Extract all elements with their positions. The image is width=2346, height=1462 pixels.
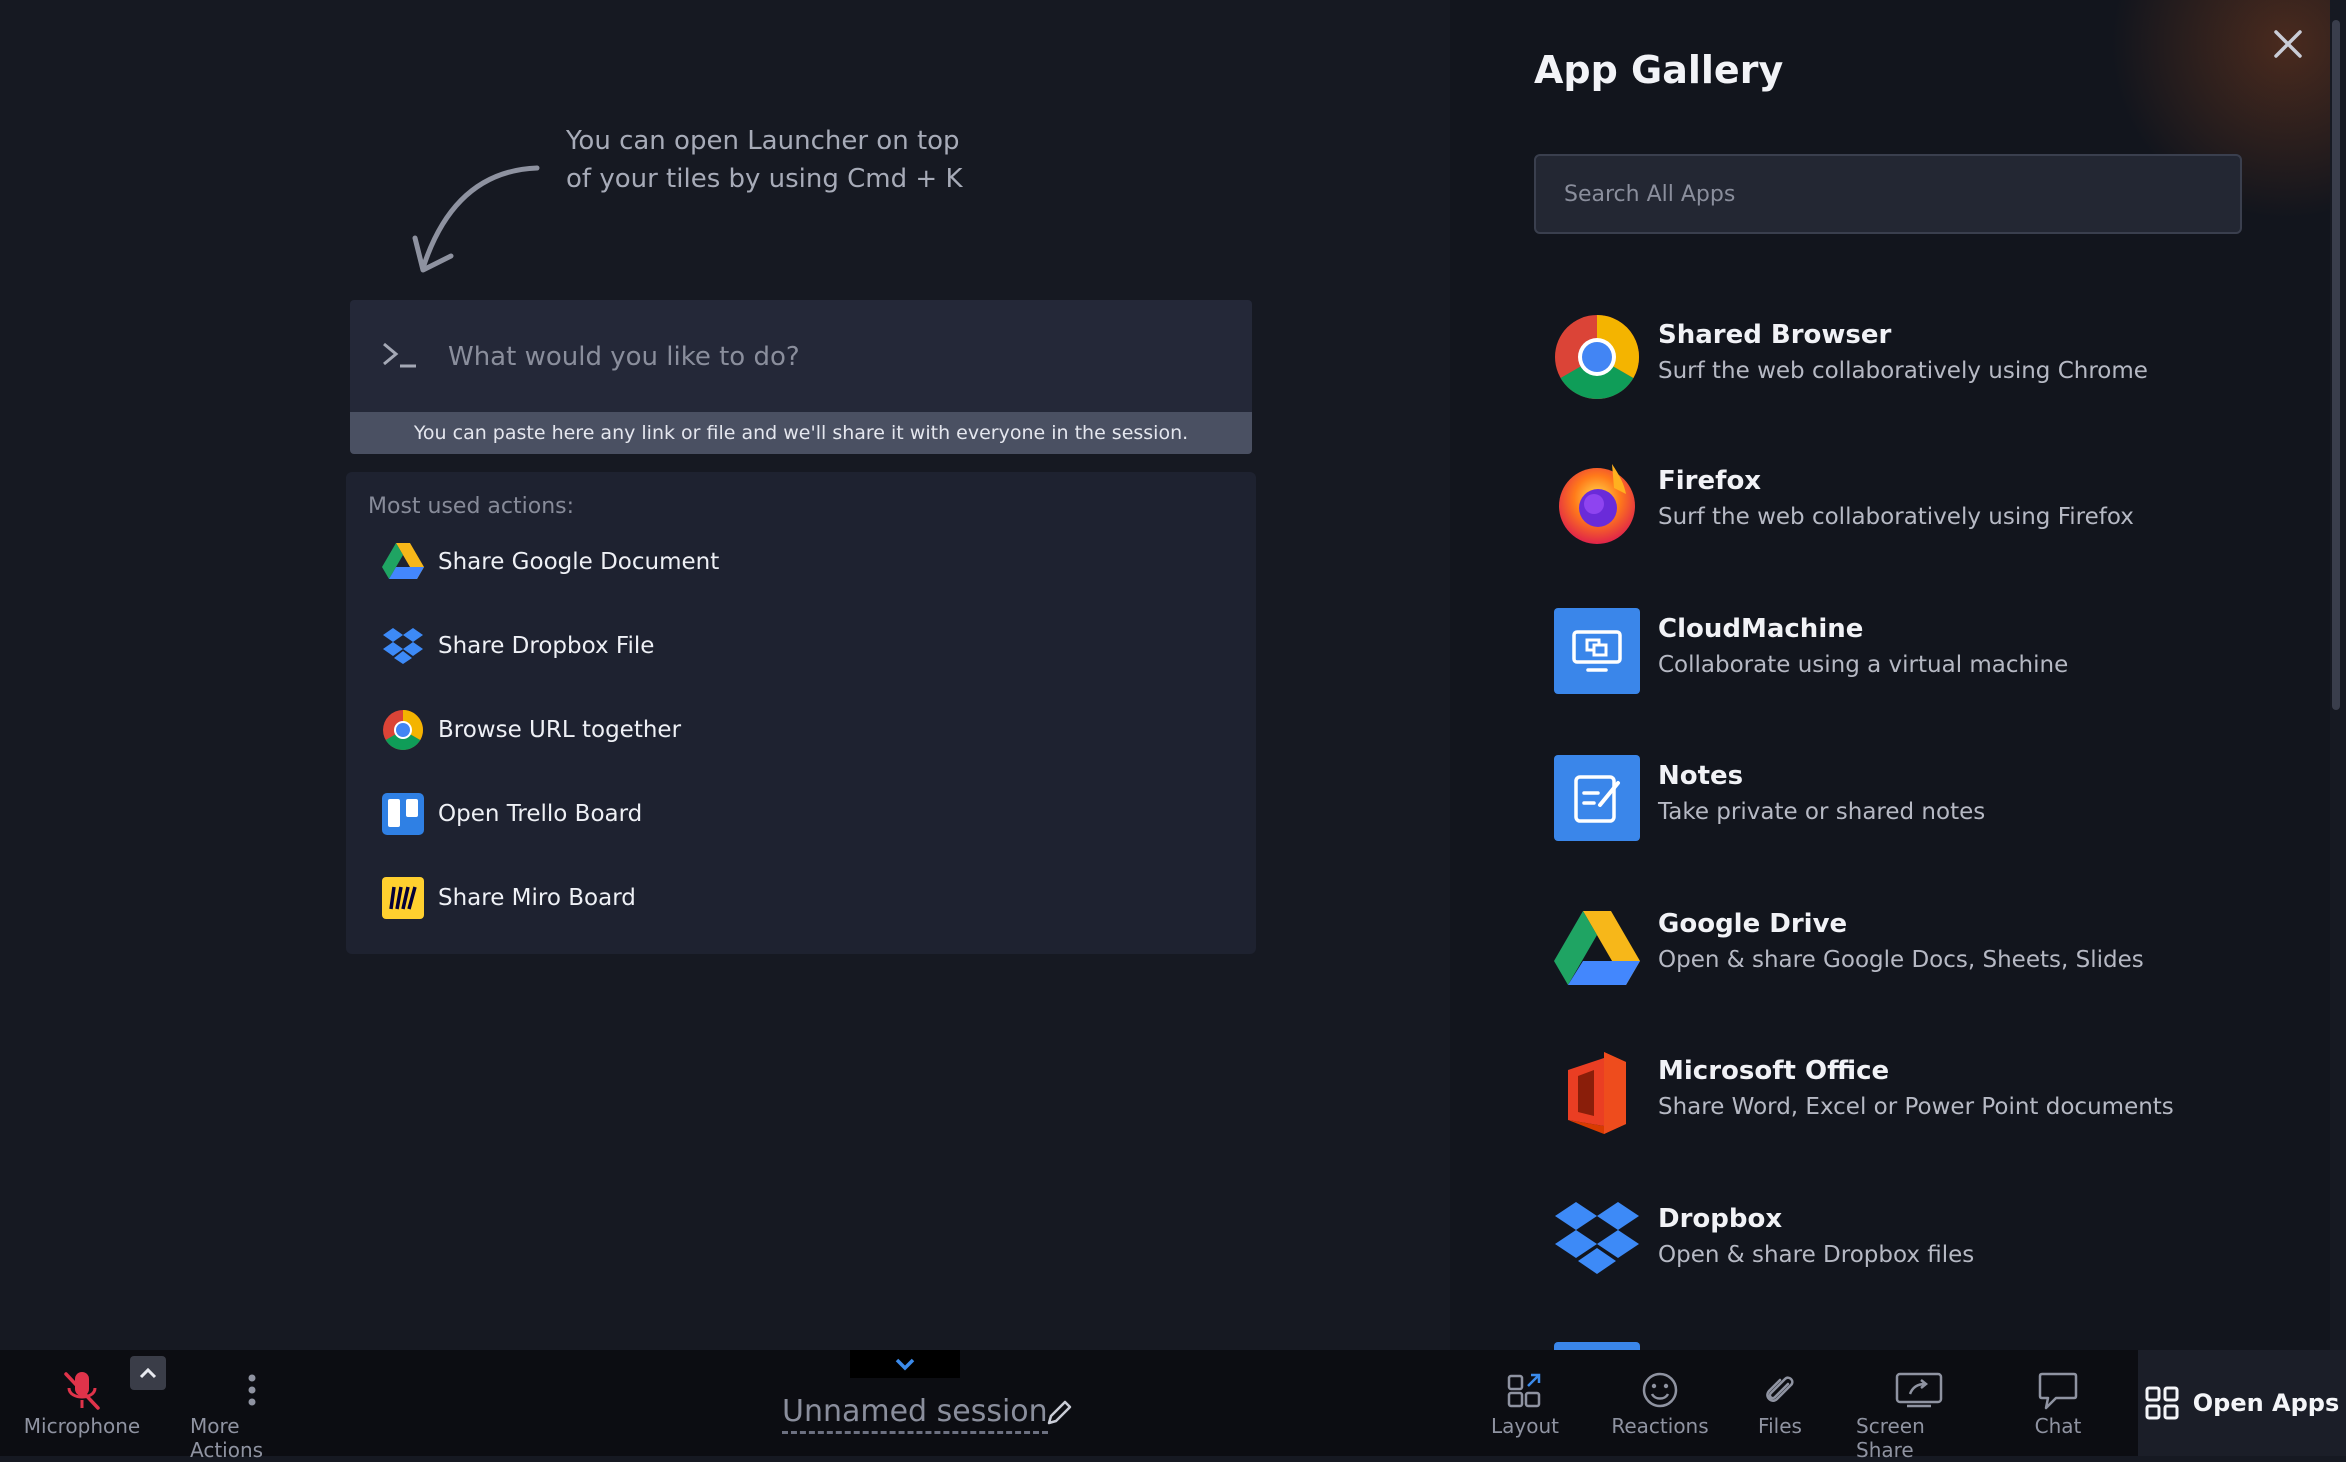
action-share-google-document[interactable]: Share Google Document [382, 534, 719, 590]
app-description: Open & share Google Docs, Sheets, Slides [1658, 947, 2144, 973]
action-share-miro-board[interactable]: Share Miro Board [382, 870, 636, 926]
gallery-scrollbar[interactable] [2332, 20, 2340, 710]
app-description: Open & share Dropbox files [1658, 1242, 1975, 1268]
screen-share-label: Screen Share [1856, 1414, 1925, 1462]
microphone-label: Microphone [23, 1414, 141, 1438]
app-name: Firefox [1658, 466, 1762, 496]
action-label: Share Google Document [438, 549, 720, 575]
more-actions-label: More Actions [190, 1414, 264, 1462]
app-item-microsoft-office[interactable]: Microsoft Office Share Word, Excel or Po… [1554, 1050, 2234, 1146]
files-button[interactable]: Files [1740, 1366, 1820, 1438]
app-name: Notes [1658, 761, 1744, 791]
hint-line-2: of your tiles by using Cmd + K [566, 164, 963, 194]
action-label: Share Dropbox File [438, 633, 655, 659]
session-collapse-tab[interactable] [850, 1350, 960, 1378]
paste-hint: You can paste here any link or file and … [350, 412, 1252, 454]
launcher-box [350, 300, 1252, 412]
terminal-prompt-icon [383, 342, 416, 368]
action-label: Share Miro Board [438, 885, 636, 911]
curved-arrow-icon [412, 165, 540, 273]
pencil-icon[interactable] [1044, 1398, 1074, 1428]
app-description: Surf the web collaboratively using Firef… [1658, 504, 2134, 530]
app-gallery-title: App Gallery [1534, 48, 1784, 92]
notes-icon [1554, 755, 1640, 841]
most-used-heading: Most used actions: [368, 494, 575, 519]
office-icon [1568, 1052, 1626, 1134]
smiley-icon [1640, 1366, 1680, 1414]
app-name: CloudMachine [1658, 614, 1864, 644]
app-description: Take private or shared notes [1658, 799, 1986, 825]
app-item-firefox[interactable]: Firefox Surf the web collaboratively usi… [1554, 460, 2234, 556]
miro-icon [382, 877, 424, 919]
app-name: Google Drive [1658, 909, 1848, 939]
dropbox-icon [1555, 1202, 1639, 1274]
app-description: Share Word, Excel or Power Point documen… [1658, 1094, 2174, 1120]
google-drive-icon [1554, 911, 1640, 985]
main-area: You can open Launcher on top of your til… [0, 0, 1450, 1350]
layout-label: Layout [1491, 1414, 1559, 1438]
open-apps-button[interactable]: Open Apps [2138, 1350, 2346, 1456]
app-item-notes[interactable]: Notes Take private or shared notes [1554, 755, 2234, 851]
chevron-down-icon [895, 1358, 915, 1371]
microphone-muted-icon [62, 1366, 102, 1414]
app-search-input[interactable] [1534, 154, 2242, 234]
app-item-shared-browser[interactable]: Shared Browser Surf the web collaborativ… [1554, 314, 2234, 410]
grid-icon [2145, 1386, 2179, 1420]
paperclip-icon [1760, 1366, 1800, 1414]
app-name: Shared Browser [1658, 320, 1892, 350]
session-name[interactable]: Unnamed session [782, 1394, 1048, 1434]
app-description: Surf the web collaboratively using Chrom… [1658, 358, 2148, 384]
microphone-button[interactable]: Microphone [24, 1366, 140, 1438]
screen-share-icon [1893, 1366, 1945, 1414]
chat-label: Chat [2034, 1414, 2082, 1438]
action-label: Open Trello Board [438, 801, 643, 827]
next-app-peek [1554, 1342, 1640, 1350]
cloudmachine-icon [1554, 608, 1640, 694]
reactions-button[interactable]: Reactions [1611, 1366, 1709, 1438]
bottom-toolbar: Microphone More Actions Unnamed session [0, 1350, 2346, 1462]
open-apps-label: Open Apps [2192, 1389, 2340, 1417]
screen-share-button[interactable]: Screen Share [1856, 1366, 1982, 1462]
chat-bubble-icon [2036, 1366, 2080, 1414]
trello-icon [382, 793, 424, 835]
more-actions-button[interactable]: More Actions [190, 1366, 314, 1462]
firefox-icon [1559, 464, 1635, 544]
app-gallery-panel: App Gallery Shared Browser Surf the web … [1450, 0, 2330, 1350]
hint-line-1: You can open Launcher on top [566, 126, 960, 156]
chrome-icon [382, 709, 424, 751]
app-name: Microsoft Office [1658, 1056, 1890, 1086]
chat-button[interactable]: Chat [2020, 1366, 2096, 1438]
microphone-options-button[interactable] [130, 1356, 166, 1390]
action-label: Browse URL together [438, 717, 682, 743]
layout-icon [1505, 1366, 1545, 1414]
layout-button[interactable]: Layout [1480, 1366, 1570, 1438]
app-description: Collaborate using a virtual machine [1658, 652, 2069, 678]
launcher-hint: You can open Launcher on top of your til… [566, 122, 986, 198]
app-item-google-drive[interactable]: Google Drive Open & share Google Docs, S… [1554, 903, 2234, 999]
dropbox-icon [382, 625, 424, 667]
app-item-dropbox[interactable]: Dropbox Open & share Dropbox files [1554, 1198, 2234, 1294]
action-browse-url[interactable]: Browse URL together [382, 702, 681, 758]
more-vertical-icon [246, 1366, 258, 1414]
chevron-up-icon [139, 1367, 157, 1379]
files-label: Files [1758, 1414, 1802, 1438]
action-share-dropbox-file[interactable]: Share Dropbox File [382, 618, 654, 674]
app-item-cloudmachine[interactable]: CloudMachine Collaborate using a virtual… [1554, 608, 2234, 704]
launcher-input[interactable] [446, 330, 1210, 384]
chrome-icon [1555, 315, 1640, 400]
app-name: Dropbox [1658, 1204, 1783, 1234]
action-open-trello-board[interactable]: Open Trello Board [382, 786, 642, 842]
close-icon[interactable] [2264, 20, 2312, 68]
most-used-actions: Most used actions: Share Google Document [346, 472, 1256, 954]
reactions-label: Reactions [1611, 1414, 1709, 1438]
google-drive-icon [382, 541, 424, 583]
